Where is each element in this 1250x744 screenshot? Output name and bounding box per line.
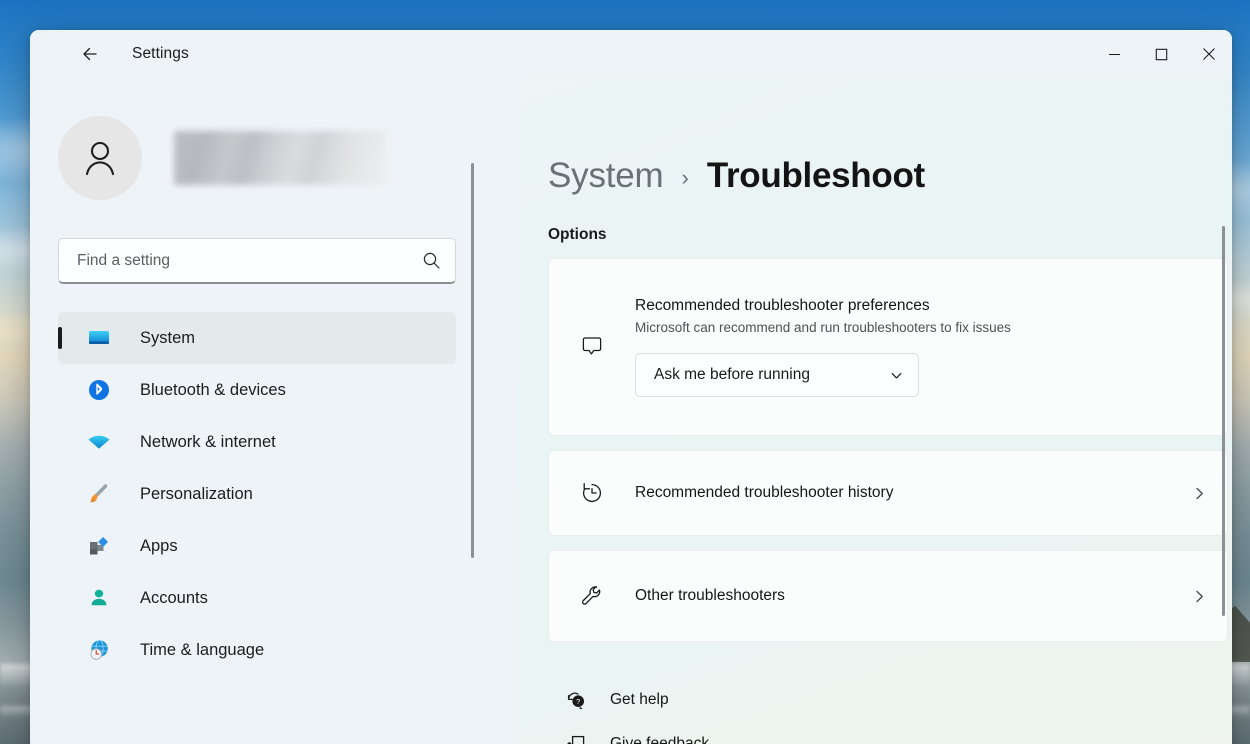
paintbrush-icon [84,481,114,507]
sidebar-item-label: Personalization [140,484,253,503]
sidebar: System Bluetooth & devices [30,78,518,744]
minimize-icon [1109,53,1120,55]
account-person-icon [84,585,114,611]
sidebar-item-network-internet[interactable]: Network & internet [58,416,456,468]
display-monitor-icon [84,325,114,351]
sidebar-scrollbar[interactable] [471,163,474,558]
card-other-troubleshooters[interactable]: Other troubleshooters [548,550,1228,642]
breadcrumb-root-system[interactable]: System [548,156,664,196]
card-body: Other troubleshooters [635,587,1171,605]
window-controls [1091,30,1232,78]
sidebar-item-label: Apps [140,536,178,555]
card-body: Recommended troubleshooter preferences M… [635,259,1227,435]
card-recommended-troubleshooter-preferences[interactable]: Recommended troubleshooter preferences M… [548,258,1228,436]
sidebar-nav: System Bluetooth & devices Network & int… [30,312,518,676]
back-arrow-icon [83,47,97,61]
settings-window: Settings Find a setting System Bluetooth… [30,30,1232,744]
search-box[interactable] [58,238,456,284]
window-body: System Bluetooth & devices [30,78,1232,744]
sidebar-item-system[interactable]: System [58,312,456,364]
card-title: Recommended troubleshooter preferences [635,297,930,314]
clock-globe-icon [84,637,114,663]
link-label: Get help [610,691,669,708]
breadcrumb: System › Troubleshoot [548,156,1232,196]
breadcrumb-separator-icon: › [681,165,689,190]
card-title: Recommended troubleshooter history [635,484,894,501]
card-body: Recommended troubleshooter history [635,484,1171,502]
minimize-button[interactable] [1091,30,1138,78]
title-bar: Settings [30,30,1232,78]
history-clock-icon [549,478,635,508]
profile-section[interactable] [58,116,518,200]
app-title: Settings [132,45,189,62]
back-button[interactable] [70,38,110,70]
page-title: Troubleshoot [706,156,925,195]
maximize-icon [1155,48,1168,60]
sidebar-item-apps[interactable]: Apps [58,520,456,572]
section-label-options: Options [548,226,607,243]
search-input[interactable] [77,251,422,270]
apps-grid-icon [84,533,114,559]
wrench-icon [549,581,635,611]
link-label: Give feedback [610,735,710,744]
wifi-icon [84,429,114,455]
link-get-help[interactable]: ? Get help [548,678,1232,722]
feedback-icon [548,732,604,744]
maximize-button[interactable] [1138,30,1185,78]
help-question-icon: ? [548,688,604,712]
avatar [58,116,142,200]
close-icon [1202,48,1215,60]
sidebar-item-label: Time & language [140,640,265,659]
sidebar-item-label: Network & internet [140,432,276,451]
sidebar-item-label: System [140,328,196,347]
speech-bubble-icon [549,259,635,435]
sidebar-item-accounts[interactable]: Accounts [58,572,456,624]
svg-text:?: ? [576,697,580,706]
search-icon [423,252,440,269]
person-avatar-icon [85,141,115,176]
profile-name-redacted [174,131,386,185]
link-give-feedback[interactable]: Give feedback [548,722,1232,744]
close-button[interactable] [1185,30,1232,78]
desktop-wallpaper: Settings Find a setting System Bluetooth… [0,0,1250,744]
main-content: System › Troubleshoot Options Recommende… [518,78,1232,744]
chevron-down-icon [891,372,902,378]
card-title: Other troubleshooters [635,587,785,604]
sidebar-item-label: Accounts [140,588,208,607]
sidebar-item-personalization[interactable]: Personalization [58,468,456,520]
card-subtitle: Microsoft can recommend and run troubles… [635,320,1011,335]
sidebar-item-label: Bluetooth & devices [140,380,286,399]
recommended-troubleshooter-dropdown[interactable]: Ask me before running [635,353,919,397]
bluetooth-icon [84,377,114,403]
chevron-right-icon [1171,485,1227,502]
sidebar-item-time-language[interactable]: Time & language [58,624,456,676]
main-scrollbar[interactable] [1222,226,1225,616]
chevron-right-icon [1171,588,1227,605]
dropdown-value: Ask me before running [654,366,810,383]
sidebar-item-bluetooth-devices[interactable]: Bluetooth & devices [58,364,456,416]
footer-links: ? Get help Give feedback [548,678,1232,744]
card-recommended-troubleshooter-history[interactable]: Recommended troubleshooter history [548,450,1228,536]
